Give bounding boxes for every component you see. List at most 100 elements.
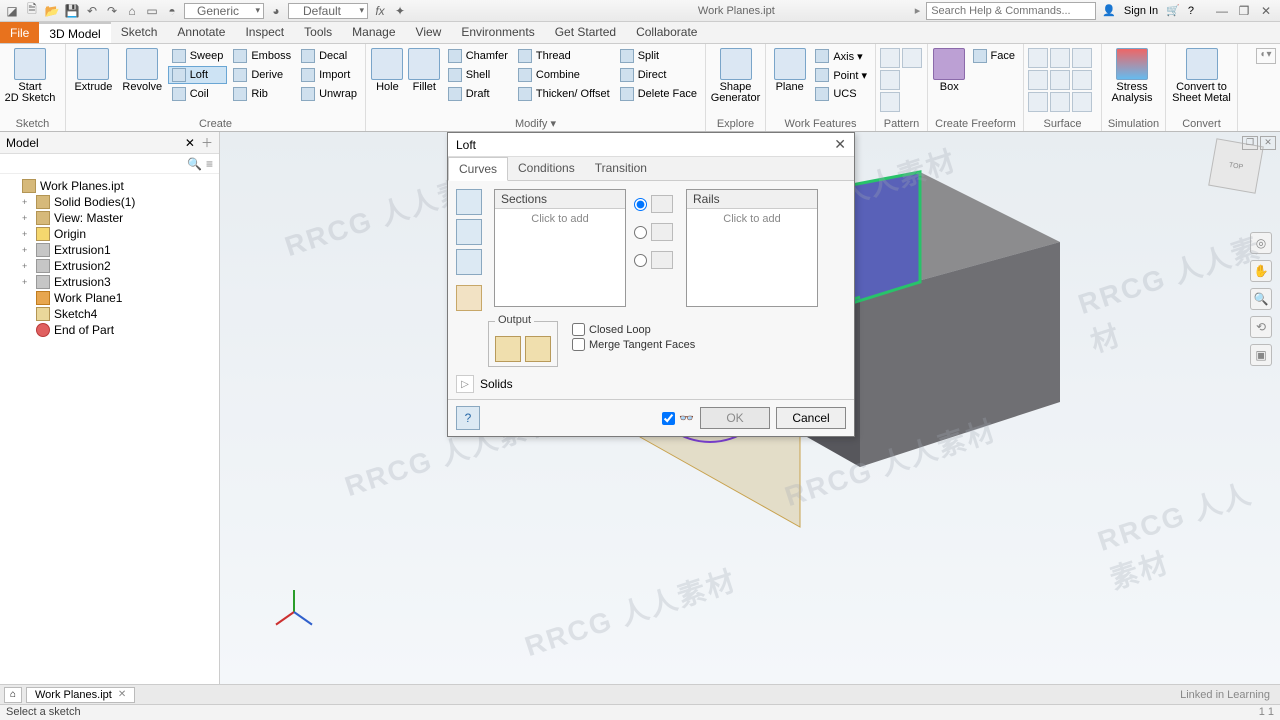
browser-search-icon[interactable]: 🔍 bbox=[187, 157, 202, 171]
open-icon[interactable]: 📂 bbox=[44, 3, 60, 19]
loft-button[interactable]: Loft bbox=[168, 66, 228, 84]
surf1-icon[interactable] bbox=[1028, 48, 1048, 68]
search-input[interactable] bbox=[926, 2, 1096, 20]
freeform-box-button[interactable]: Box bbox=[932, 46, 967, 117]
tree-sketch4[interactable]: Sketch4 bbox=[0, 306, 219, 322]
window-restore-icon[interactable]: ❐ bbox=[1234, 4, 1254, 18]
surf5-icon[interactable] bbox=[1050, 70, 1070, 90]
viewport[interactable]: + TOP ◎ ✋ 🔍 ⟲ ▣ RRCG 人人素材 RRCG 人人素材 RRCG… bbox=[220, 132, 1280, 684]
nav-pan-icon[interactable]: ✋ bbox=[1250, 260, 1272, 282]
nav-lookat-icon[interactable]: ▣ bbox=[1250, 344, 1272, 366]
doc-tab-close-icon[interactable]: ✕ bbox=[118, 689, 126, 700]
surf6-icon[interactable] bbox=[1072, 70, 1092, 90]
browser-filter-icon[interactable]: ≡ bbox=[206, 157, 213, 171]
viewport-close-icon[interactable]: ✕ bbox=[1260, 136, 1276, 150]
tree-work-plane1[interactable]: Work Plane1 bbox=[0, 290, 219, 306]
window-minimize-icon[interactable]: — bbox=[1212, 4, 1232, 18]
output-surface-icon[interactable] bbox=[525, 336, 551, 362]
axis-button[interactable]: Axis ▾ bbox=[811, 47, 871, 65]
loft-mode-add-icon[interactable] bbox=[456, 249, 482, 275]
window-close-icon[interactable]: ✕ bbox=[1256, 4, 1276, 18]
derive-button[interactable]: Derive bbox=[229, 66, 295, 84]
doc-home-icon[interactable]: ⌂ bbox=[4, 687, 22, 703]
browser-close-icon[interactable]: ✕ bbox=[185, 136, 195, 150]
draft-button[interactable]: Draft bbox=[444, 85, 512, 103]
coil-button[interactable]: Coil bbox=[168, 85, 228, 103]
hole-button[interactable]: Hole bbox=[370, 46, 405, 116]
split-button[interactable]: Split bbox=[616, 47, 701, 65]
rails-list[interactable]: Rails Click to add bbox=[686, 189, 818, 307]
tab-annotate[interactable]: Annotate bbox=[167, 22, 235, 43]
rail-type-area[interactable] bbox=[634, 251, 678, 269]
tab-view[interactable]: View bbox=[406, 22, 452, 43]
surf4-icon[interactable] bbox=[1028, 70, 1048, 90]
pattern-rect-icon[interactable] bbox=[880, 48, 900, 68]
appearance-swatch-icon[interactable]: ◕ bbox=[268, 3, 284, 19]
tab-transition[interactable]: Transition bbox=[585, 157, 657, 180]
qat-more-icon[interactable]: ✦ bbox=[392, 3, 408, 19]
rail-type-rails[interactable] bbox=[634, 195, 678, 213]
shape-generator-button[interactable]: Shape Generator bbox=[710, 46, 761, 117]
surf7-icon[interactable] bbox=[1028, 92, 1048, 112]
start-2d-sketch-button[interactable]: Start 2D Sketch bbox=[4, 46, 56, 117]
select-icon[interactable]: ▭ bbox=[144, 3, 160, 19]
ok-button[interactable]: OK bbox=[700, 407, 770, 429]
tree-extrusion1[interactable]: +Extrusion1 bbox=[0, 242, 219, 258]
surf8-icon[interactable] bbox=[1050, 92, 1070, 112]
tab-file[interactable]: File bbox=[0, 22, 39, 43]
browser-add-icon[interactable]: ＋ bbox=[201, 134, 213, 151]
app-store-icon[interactable]: 🛒 bbox=[1166, 4, 1180, 17]
rib-button[interactable]: Rib bbox=[229, 85, 295, 103]
help-icon[interactable]: ? bbox=[1188, 5, 1194, 17]
surf3-icon[interactable] bbox=[1072, 48, 1092, 68]
doc-tab-workplanes[interactable]: Work Planes.ipt✕ bbox=[26, 687, 135, 703]
tree-extrusion2[interactable]: +Extrusion2 bbox=[0, 258, 219, 274]
tree-view[interactable]: +View: Master bbox=[0, 210, 219, 226]
preview-toggle[interactable]: 👓 bbox=[662, 411, 694, 425]
surf2-icon[interactable] bbox=[1050, 48, 1070, 68]
undo-icon[interactable]: ↶ bbox=[84, 3, 100, 19]
unwrap-button[interactable]: Unwrap bbox=[297, 85, 361, 103]
redo-icon[interactable]: ↷ bbox=[104, 3, 120, 19]
tree-solid-bodies[interactable]: +Solid Bodies(1) bbox=[0, 194, 219, 210]
output-solid-icon[interactable] bbox=[495, 336, 521, 362]
closed-loop-checkbox[interactable]: Closed Loop bbox=[572, 323, 695, 336]
tab-collaborate[interactable]: Collaborate bbox=[626, 22, 707, 43]
nav-orbit-icon[interactable]: ⟲ bbox=[1250, 316, 1272, 338]
save-icon[interactable]: 💾 bbox=[64, 3, 80, 19]
dialog-close-icon[interactable]: ✕ bbox=[834, 136, 846, 153]
params-icon[interactable]: fx bbox=[372, 3, 388, 19]
ribbon-options-icon[interactable]: ◐▾ bbox=[1256, 48, 1276, 64]
sections-list[interactable]: Sections Click to add bbox=[494, 189, 626, 307]
sweep-button[interactable]: Sweep bbox=[168, 47, 228, 65]
appearance-combo[interactable]: Default bbox=[288, 3, 368, 19]
plane-button[interactable]: Plane bbox=[770, 46, 809, 117]
solids-select-icon[interactable]: ▷ bbox=[456, 375, 474, 393]
tab-get-started[interactable]: Get Started bbox=[545, 22, 626, 43]
rails-hint[interactable]: Click to add bbox=[687, 209, 817, 229]
material-swatch-icon[interactable]: ◓ bbox=[164, 3, 180, 19]
surf9-icon[interactable] bbox=[1072, 92, 1092, 112]
user-icon[interactable]: 👤 bbox=[1102, 4, 1116, 17]
tree-end-of-part[interactable]: End of Part bbox=[0, 322, 219, 338]
thicken-button[interactable]: Thicken/ Offset bbox=[514, 85, 614, 103]
cancel-button[interactable]: Cancel bbox=[776, 407, 846, 429]
tree-origin[interactable]: +Origin bbox=[0, 226, 219, 242]
tree-extrusion3[interactable]: +Extrusion3 bbox=[0, 274, 219, 290]
material-combo[interactable]: Generic bbox=[184, 3, 264, 19]
delete-face-button[interactable]: Delete Face bbox=[616, 85, 701, 103]
panel-label-modify[interactable]: Modify ▾ bbox=[370, 116, 701, 131]
tab-tools[interactable]: Tools bbox=[294, 22, 342, 43]
revolve-button[interactable]: Revolve bbox=[119, 46, 166, 117]
combine-button[interactable]: Combine bbox=[514, 66, 614, 84]
pattern-sketch-icon[interactable] bbox=[902, 48, 922, 68]
tab-sketch[interactable]: Sketch bbox=[111, 22, 168, 43]
home-icon[interactable]: ⌂ bbox=[124, 3, 140, 19]
chamfer-button[interactable]: Chamfer bbox=[444, 47, 512, 65]
point-button[interactable]: Point ▾ bbox=[811, 66, 871, 84]
emboss-button[interactable]: Emboss bbox=[229, 47, 295, 65]
tab-environments[interactable]: Environments bbox=[451, 22, 544, 43]
shell-button[interactable]: Shell bbox=[444, 66, 512, 84]
stress-analysis-button[interactable]: Stress Analysis bbox=[1106, 46, 1158, 117]
ucs-button[interactable]: UCS bbox=[811, 85, 871, 103]
